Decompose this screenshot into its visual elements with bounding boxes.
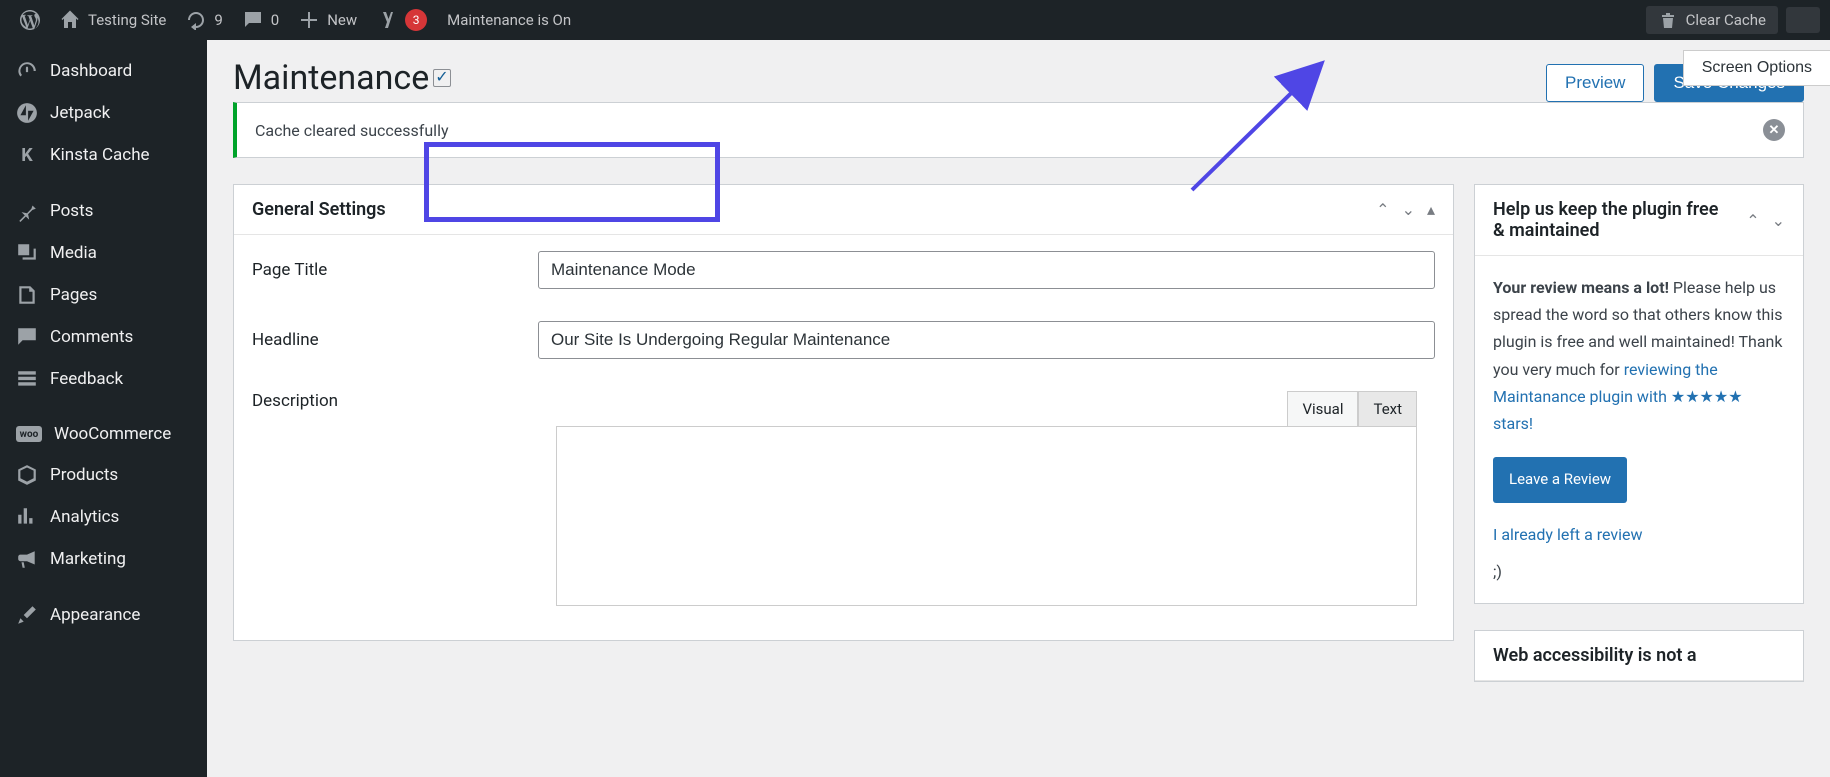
sidebar-label: Marketing: [50, 549, 126, 569]
review-text: Your review means a lot! Please help us …: [1493, 274, 1785, 437]
sidebar-item-woocommerce[interactable]: woo WooCommerce: [0, 414, 207, 454]
content-area: Screen Options Maintenance Preview Save …: [207, 40, 1830, 777]
clear-cache-button[interactable]: Clear Cache: [1646, 6, 1778, 34]
move-up-icon[interactable]: ⌃: [1376, 200, 1389, 219]
sidebar-item-marketing[interactable]: Marketing: [0, 538, 207, 580]
sidebar-label: Analytics: [50, 507, 119, 527]
page-title: Maintenance: [233, 58, 451, 98]
yoast-icon: [377, 10, 397, 30]
analytics-icon: [16, 506, 38, 528]
editor-tab-text[interactable]: Text: [1358, 391, 1417, 426]
sidebar-item-comments[interactable]: Comments: [0, 316, 207, 358]
accessibility-sidebox: Web accessibility is not a: [1474, 630, 1804, 682]
sidebar-item-analytics[interactable]: Analytics: [0, 496, 207, 538]
headline-label: Headline: [252, 330, 538, 350]
sidebar-label: Products: [50, 465, 118, 485]
updates-count: 9: [214, 11, 222, 29]
sidebar-item-products[interactable]: Products: [0, 454, 207, 496]
sidebar-item-appearance[interactable]: Appearance: [0, 594, 207, 636]
brush-icon: [16, 604, 38, 626]
yoast-count: 3: [405, 9, 427, 31]
admin-bar: Testing Site 9 0 New 3 Maintenance is On…: [0, 0, 1830, 40]
sidebar-item-kinsta[interactable]: K Kinsta Cache: [0, 134, 207, 176]
already-reviewed-link[interactable]: I already left a review: [1493, 521, 1643, 548]
pin-icon: [16, 200, 38, 222]
smiley: ;): [1493, 558, 1785, 585]
clear-cache-label: Clear Cache: [1686, 11, 1766, 29]
headline-input[interactable]: [538, 321, 1435, 359]
update-icon: [186, 10, 206, 30]
headline-row: Headline: [234, 305, 1453, 375]
screen-options-button[interactable]: Screen Options: [1683, 50, 1830, 86]
page-header: Maintenance Preview Save Changes: [207, 40, 1830, 102]
feedback-icon: [16, 368, 38, 390]
sidebar-label: Kinsta Cache: [50, 145, 150, 165]
leave-review-button[interactable]: Leave a Review: [1493, 457, 1627, 503]
sidebar-label: Pages: [50, 285, 97, 305]
description-row: Description Visual Text: [234, 375, 1453, 640]
description-editor[interactable]: [556, 426, 1417, 606]
move-up-icon[interactable]: ⌃: [1746, 211, 1759, 230]
sidebar-label: Comments: [50, 327, 133, 347]
comments-link[interactable]: 0: [233, 0, 289, 40]
sidebar-label: Appearance: [50, 605, 140, 625]
preview-button[interactable]: Preview: [1546, 64, 1644, 102]
new-content-link[interactable]: New: [289, 0, 367, 40]
maintenance-status-text: Maintenance is On: [447, 11, 571, 29]
general-settings-box: General Settings ⌃ ⌄ ▴ Page Title Headli…: [233, 184, 1454, 641]
move-down-icon[interactable]: ⌄: [1772, 211, 1785, 230]
editor-tab-visual[interactable]: Visual: [1287, 391, 1358, 426]
enabled-checkbox[interactable]: [433, 69, 451, 87]
toggle-icon[interactable]: ▴: [1427, 200, 1435, 219]
sidebar-item-media[interactable]: Media: [0, 232, 207, 274]
general-settings-heading: General Settings: [252, 199, 386, 220]
accessibility-heading: Web accessibility is not a: [1493, 645, 1697, 666]
sidebar-label: Jetpack: [50, 103, 110, 123]
review-heading: Help us keep the plugin free & maintaine…: [1493, 199, 1723, 241]
sidebar-label: Dashboard: [50, 61, 132, 81]
maintenance-status-link[interactable]: Maintenance is On: [437, 0, 581, 40]
media-icon: [16, 242, 38, 264]
sidebar-item-pages[interactable]: Pages: [0, 274, 207, 316]
comments-icon: [16, 326, 38, 348]
site-name-text: Testing Site: [88, 11, 166, 29]
page-title-row: Page Title: [234, 235, 1453, 305]
dismiss-notice-button[interactable]: ✕: [1763, 119, 1785, 141]
comment-icon: [243, 10, 263, 30]
sidebar-label: Posts: [50, 201, 93, 221]
new-content-label: New: [327, 11, 357, 29]
page-title-input[interactable]: [538, 251, 1435, 289]
sidebar-label: Feedback: [50, 369, 123, 389]
woo-icon: woo: [16, 426, 42, 442]
comments-count: 0: [271, 11, 279, 29]
move-down-icon[interactable]: ⌄: [1402, 200, 1415, 219]
review-sidebox: Help us keep the plugin free & maintaine…: [1474, 184, 1804, 604]
account-placeholder[interactable]: [1786, 7, 1820, 33]
page-title-label: Page Title: [252, 260, 538, 280]
notice-text: Cache cleared successfully: [255, 121, 449, 140]
trash-icon: [1658, 10, 1678, 30]
sidebar-item-posts[interactable]: Posts: [0, 190, 207, 232]
yoast-link[interactable]: 3: [367, 0, 437, 40]
plus-icon: [299, 10, 319, 30]
megaphone-icon: [16, 548, 38, 570]
sidebar-label: WooCommerce: [54, 424, 171, 444]
screen-meta: Screen Options: [1683, 50, 1830, 86]
site-name-link[interactable]: Testing Site: [50, 0, 176, 40]
sidebar-item-dashboard[interactable]: Dashboard: [0, 50, 207, 92]
home-icon: [60, 10, 80, 30]
sidebar-label: Media: [50, 243, 97, 263]
dashboard-icon: [16, 60, 38, 82]
wordpress-logo[interactable]: [10, 0, 50, 40]
sidebar-item-feedback[interactable]: Feedback: [0, 358, 207, 400]
updates-link[interactable]: 9: [176, 0, 232, 40]
sidebar-item-jetpack[interactable]: Jetpack: [0, 92, 207, 134]
admin-sidebar: Dashboard Jetpack K Kinsta Cache Posts Me…: [0, 40, 207, 777]
pages-icon: [16, 284, 38, 306]
jetpack-icon: [16, 102, 38, 124]
products-icon: [16, 464, 38, 486]
description-label: Description: [252, 391, 538, 411]
success-notice: Cache cleared successfully ✕: [233, 102, 1804, 158]
kinsta-icon: K: [16, 144, 38, 166]
